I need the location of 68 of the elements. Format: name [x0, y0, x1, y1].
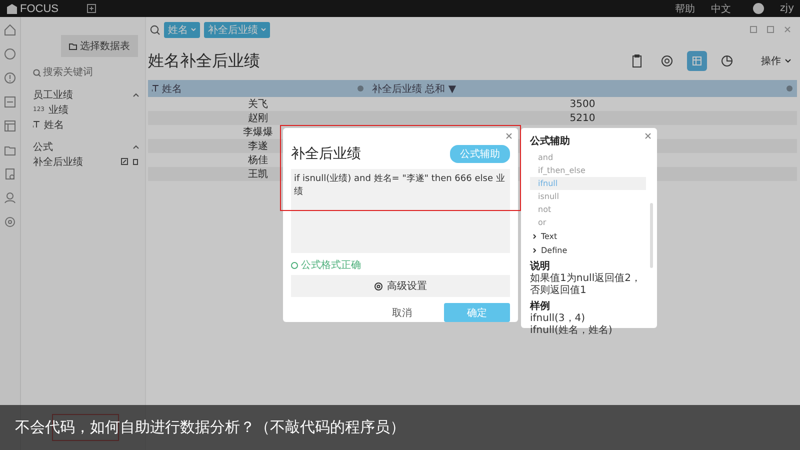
advanced-settings-button[interactable]: 高级设置: [291, 275, 510, 297]
user-icon[interactable]: [3, 191, 17, 205]
chevron-down-icon: [785, 59, 791, 63]
validation-message: 公式格式正确: [301, 258, 361, 272]
column-header[interactable]: 补全后业绩 总和 ▼: [372, 82, 456, 96]
avatar[interactable]: [753, 3, 764, 14]
category-item[interactable]: Text: [530, 229, 646, 243]
caption-text: 不会代码，如何自助进行数据分析？（不敲代码的程序员）: [15, 418, 405, 437]
table-cell: 3500: [570, 98, 596, 110]
text-type-icon: [152, 85, 159, 92]
edit-icon[interactable]: [121, 158, 128, 165]
window-icon[interactable]: [767, 26, 774, 33]
caret-icon: [261, 28, 266, 31]
field-item[interactable]: 姓名: [44, 118, 64, 132]
window-icon[interactable]: [750, 26, 757, 33]
category-item[interactable]: Define: [530, 243, 646, 257]
logo-icon: [6, 2, 18, 14]
table-icon: [690, 54, 704, 68]
table-cell-text: 李遂: [248, 140, 268, 153]
panel-title: 公式辅助: [530, 134, 571, 148]
chart-icon[interactable]: [3, 95, 17, 109]
column-header[interactable]: 姓名: [162, 82, 182, 96]
close-icon[interactable]: [506, 133, 512, 139]
logo: FOCUS: [20, 2, 58, 14]
user-name[interactable]: zjy: [780, 3, 794, 14]
settings-icon: [660, 54, 674, 68]
table-icon[interactable]: [3, 119, 17, 133]
text-type-icon: [33, 121, 40, 128]
note-title: 样例: [530, 301, 551, 313]
note-title: 说明: [530, 261, 551, 273]
table-cell-text: 李爆爆: [243, 126, 273, 139]
note-text: 如果值1为null返回值2，否则返回值1: [530, 273, 642, 297]
group-title[interactable]: 公式: [33, 140, 53, 154]
check-circle-icon: [291, 262, 298, 268]
select-table-button[interactable]: 选择数据表: [61, 35, 138, 57]
settings-icon[interactable]: [3, 215, 17, 229]
close-icon[interactable]: [645, 133, 651, 139]
dialog-title: 补全后业绩: [291, 145, 361, 163]
table-cell-text: 杨佳: [248, 154, 268, 167]
group-title[interactable]: 员工业绩: [33, 88, 73, 102]
new-tab-icon[interactable]: [86, 4, 96, 13]
folder-icon: [69, 42, 77, 50]
page-title: 姓名补全后业绩: [148, 50, 260, 72]
menu-link[interactable]: 中文: [711, 2, 732, 16]
help-icon[interactable]: [3, 71, 17, 85]
formula-input[interactable]: if isnull(业绩) and 姓名= "李遂" then 666 else 业绩: [291, 169, 510, 253]
clipboard-icon: [630, 54, 644, 68]
example-text: ifnull(3，4): [530, 313, 586, 325]
chevron-right-icon: [533, 234, 536, 238]
actions-dropdown[interactable]: 操作: [761, 54, 791, 68]
caret-icon: [191, 28, 196, 31]
document-icon[interactable]: [3, 167, 17, 181]
table-cell-text: 王凯: [248, 168, 268, 181]
home-icon[interactable]: [3, 23, 17, 37]
table-cell-text: 关飞: [248, 98, 268, 111]
field-item[interactable]: 业绩: [48, 102, 68, 116]
close-icon[interactable]: [784, 26, 791, 33]
chevron-up-icon[interactable]: [133, 93, 139, 97]
chevron-up-icon[interactable]: [133, 145, 139, 149]
table-cell-text: 赵刚: [248, 112, 268, 125]
scrollbar[interactable]: [650, 203, 653, 268]
table-cell: 5210: [570, 112, 596, 124]
field-item[interactable]: 补全后业绩: [33, 154, 83, 168]
menu-link[interactable]: 帮助: [675, 2, 696, 16]
pie-chart-icon: [720, 54, 734, 68]
example-text: ifnull(姓名，姓名): [530, 325, 614, 337]
chevron-right-icon: [533, 248, 536, 252]
cancel-button[interactable]: 取消: [386, 304, 418, 320]
